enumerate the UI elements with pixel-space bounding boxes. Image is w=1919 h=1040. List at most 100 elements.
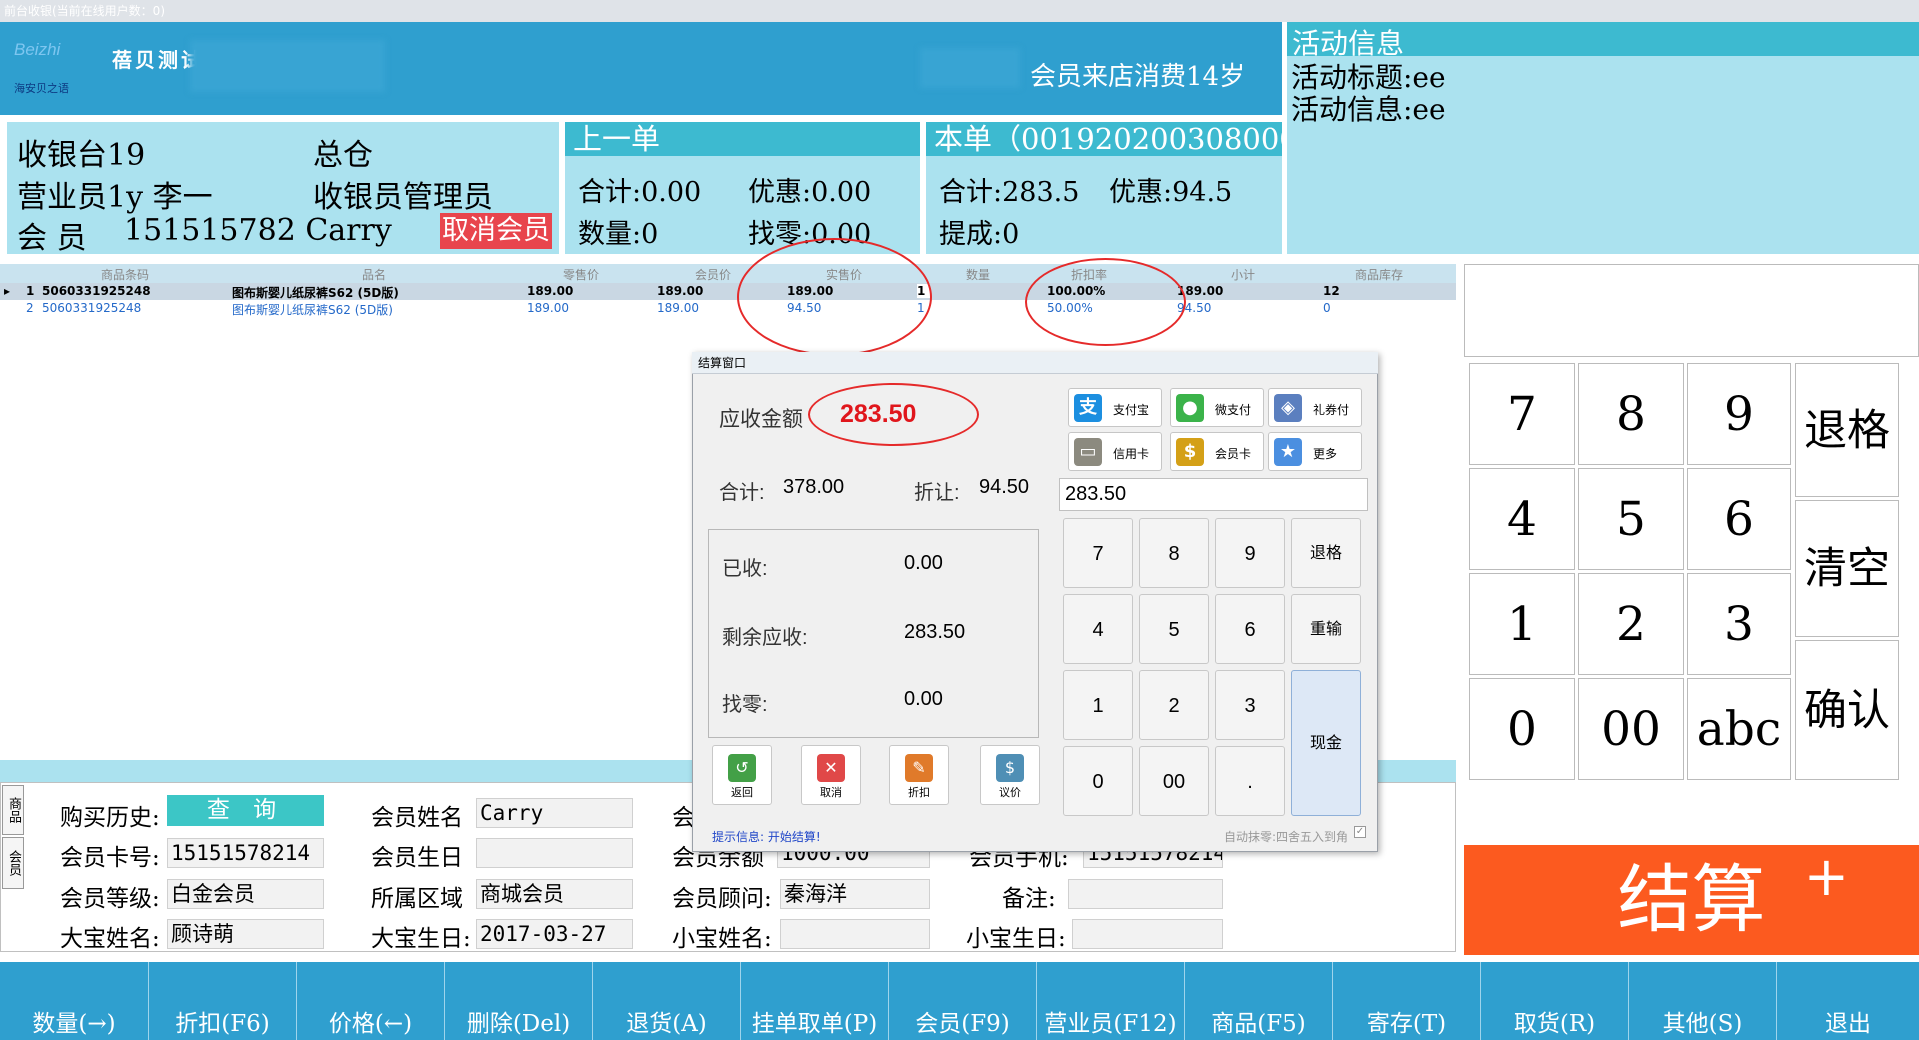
big-child-label: 大宝姓名: bbox=[60, 926, 160, 952]
alipay-button[interactable]: 支支付宝 bbox=[1068, 388, 1162, 427]
advisor-field[interactable]: 秦海洋 bbox=[780, 879, 930, 909]
dialog-key-backspace[interactable]: 退格 bbox=[1291, 518, 1361, 588]
col-name[interactable]: 品名 bbox=[362, 266, 386, 283]
remark-field[interactable] bbox=[1068, 879, 1223, 909]
big-child-bday-field[interactable]: 2017-03-27 bbox=[476, 919, 633, 949]
dialog-key-8[interactable]: 8 bbox=[1139, 518, 1209, 588]
keypad-key-9[interactable]: 9 bbox=[1687, 363, 1791, 465]
exit-button[interactable]: 退出 bbox=[1776, 962, 1919, 1040]
keypad-key-3[interactable]: 3 bbox=[1687, 573, 1791, 675]
small-child-bday-field[interactable] bbox=[1072, 919, 1223, 949]
cell-barcode: 5060331925248 bbox=[42, 301, 142, 315]
keypad-key-1[interactable]: 1 bbox=[1469, 573, 1575, 675]
birthday-label: 会员生日 bbox=[371, 845, 463, 871]
this-order-discount: 优惠:94.5 bbox=[1109, 177, 1233, 208]
dialog-key-1[interactable]: 1 bbox=[1063, 670, 1133, 740]
tab-member[interactable]: 会员 bbox=[2, 837, 24, 889]
coin-icon: $ bbox=[1176, 438, 1204, 466]
dialog-key-0[interactable]: 0 bbox=[1063, 746, 1133, 816]
last-order-discount: 优惠:0.00 bbox=[748, 177, 872, 208]
tab-products[interactable]: 商品 bbox=[2, 785, 24, 835]
dialog-key-dot[interactable]: . bbox=[1215, 746, 1285, 816]
region-field[interactable]: 商城会员 bbox=[476, 879, 633, 909]
table-row[interactable]: ▸ 1 5060331925248 图布斯婴儿纸尿裤S62 (5D版) 189.… bbox=[0, 283, 1456, 300]
keypad-key-8[interactable]: 8 bbox=[1578, 363, 1684, 465]
small-child-field[interactable] bbox=[780, 919, 930, 949]
member-card-button[interactable]: $ 会员卡 bbox=[1170, 432, 1264, 471]
auto-round-checkbox[interactable]: ✓ bbox=[1354, 826, 1366, 838]
this-order-header: 本单（0019202003080001 bbox=[926, 122, 1282, 156]
discount-button[interactable]: 折扣(F6) bbox=[148, 962, 296, 1040]
dialog-key-reenter[interactable]: 重输 bbox=[1291, 594, 1361, 664]
payment-amount-input[interactable]: 283.50 bbox=[1059, 478, 1368, 511]
member-button[interactable]: 会员(F9) bbox=[888, 962, 1036, 1040]
cancel-button[interactable]: ✕ 取消 bbox=[801, 745, 861, 805]
dialog-key-cash[interactable]: 现金 bbox=[1291, 670, 1361, 816]
bargain-button[interactable]: $ 议价 bbox=[980, 745, 1040, 805]
remark-label: 备注: bbox=[1002, 886, 1056, 912]
keypad-clear[interactable]: 清空 bbox=[1795, 500, 1899, 637]
keypad-display[interactable] bbox=[1464, 264, 1919, 357]
more-pay-button[interactable]: ★ 更多 bbox=[1268, 432, 1362, 471]
annotation-circle bbox=[808, 383, 979, 446]
credit-card-button[interactable]: ▭ 信用卡 bbox=[1068, 432, 1162, 471]
settle-button[interactable]: 结算 + bbox=[1464, 845, 1919, 955]
dialog-key-3[interactable]: 3 bbox=[1215, 670, 1285, 740]
more-pay-label: 更多 bbox=[1313, 447, 1338, 461]
col-retail[interactable]: 零售价 bbox=[563, 266, 599, 283]
return-button[interactable]: 退货(A) bbox=[592, 962, 740, 1040]
col-subtotal[interactable]: 小计 bbox=[1231, 266, 1255, 283]
col-barcode[interactable]: 商品条码 bbox=[101, 266, 149, 283]
big-child-field[interactable]: 顾诗萌 bbox=[167, 919, 324, 949]
query-button[interactable]: 查 询 bbox=[167, 795, 324, 826]
region-label: 所属区域 bbox=[371, 886, 463, 912]
cancel-member-button[interactable]: 取消会员 bbox=[440, 213, 552, 249]
cashier-role: 收银员管理员 bbox=[313, 180, 493, 215]
delete-button[interactable]: 删除(Del) bbox=[444, 962, 592, 1040]
col-stock[interactable]: 商品库存 bbox=[1355, 266, 1403, 283]
keypad-key-6[interactable]: 6 bbox=[1687, 468, 1791, 570]
level-field[interactable]: 白金会员 bbox=[167, 879, 324, 909]
keypad-key-2[interactable]: 2 bbox=[1578, 573, 1684, 675]
keypad-key-0[interactable]: 0 bbox=[1469, 678, 1575, 780]
row-selected-marker: ▸ bbox=[4, 284, 11, 298]
card-field[interactable]: 15151578214 bbox=[167, 838, 324, 868]
dialog-key-00[interactable]: 00 bbox=[1139, 746, 1209, 816]
birthday-field[interactable] bbox=[476, 838, 633, 868]
dialog-key-4[interactable]: 4 bbox=[1063, 594, 1133, 664]
voucher-pay-button[interactable]: ◈ 礼券付 bbox=[1268, 388, 1362, 427]
other-button[interactable]: 其他(S) bbox=[1628, 962, 1776, 1040]
hold-order-button[interactable]: 挂单取单(P) bbox=[740, 962, 888, 1040]
keypad-key-7[interactable]: 7 bbox=[1469, 363, 1575, 465]
keypad-key-5[interactable]: 5 bbox=[1578, 468, 1684, 570]
dialog-key-6[interactable]: 6 bbox=[1215, 594, 1285, 664]
back-button[interactable]: ↺ 返回 bbox=[712, 745, 772, 805]
dialog-key-9[interactable]: 9 bbox=[1215, 518, 1285, 588]
dialog-key-5[interactable]: 5 bbox=[1139, 594, 1209, 664]
pickup-button[interactable]: 取货(R) bbox=[1480, 962, 1628, 1040]
col-member-price[interactable]: 会员价 bbox=[695, 266, 731, 283]
keypad-backspace[interactable]: 退格 bbox=[1795, 363, 1899, 497]
product-button[interactable]: 商品(F5) bbox=[1184, 962, 1332, 1040]
keypad-key-abc[interactable]: abc bbox=[1687, 678, 1791, 780]
discount-action-button[interactable]: ✎ 折扣 bbox=[889, 745, 949, 805]
price-button[interactable]: 价格(←) bbox=[296, 962, 444, 1040]
cell-name: 图布斯婴儿纸尿裤S62 (5D版) bbox=[232, 303, 393, 317]
keypad-key-4[interactable]: 4 bbox=[1469, 468, 1575, 570]
dialog-key-7[interactable]: 7 bbox=[1063, 518, 1133, 588]
cancel-icon: ✕ bbox=[817, 754, 845, 782]
deposit-button[interactable]: 寄存(T) bbox=[1332, 962, 1480, 1040]
plus-icon: + bbox=[1803, 845, 1849, 908]
dialog-key-2[interactable]: 2 bbox=[1139, 670, 1209, 740]
col-qty[interactable]: 数量 bbox=[966, 266, 990, 283]
keypad-key-00[interactable]: 00 bbox=[1578, 678, 1684, 780]
qty-button[interactable]: 数量(→) bbox=[0, 962, 148, 1040]
keypad-confirm[interactable]: 确认 bbox=[1795, 640, 1899, 780]
table-row[interactable]: 2 5060331925248 图布斯婴儿纸尿裤S62 (5D版) 189.00… bbox=[0, 300, 1456, 317]
salesperson-button[interactable]: 营业员(F12) bbox=[1036, 962, 1184, 1040]
remaining-label: 剩余应收: bbox=[722, 627, 808, 649]
product-grid: 商品条码 品名 零售价 会员价 实售价 数量 折扣率 小计 商品库存 ▸ 1 5… bbox=[0, 264, 1456, 320]
activity-header: 活动信息 bbox=[1287, 22, 1919, 60]
name-field[interactable]: Carry bbox=[476, 798, 633, 828]
wechat-pay-button[interactable]: ● 微支付 bbox=[1170, 388, 1264, 427]
